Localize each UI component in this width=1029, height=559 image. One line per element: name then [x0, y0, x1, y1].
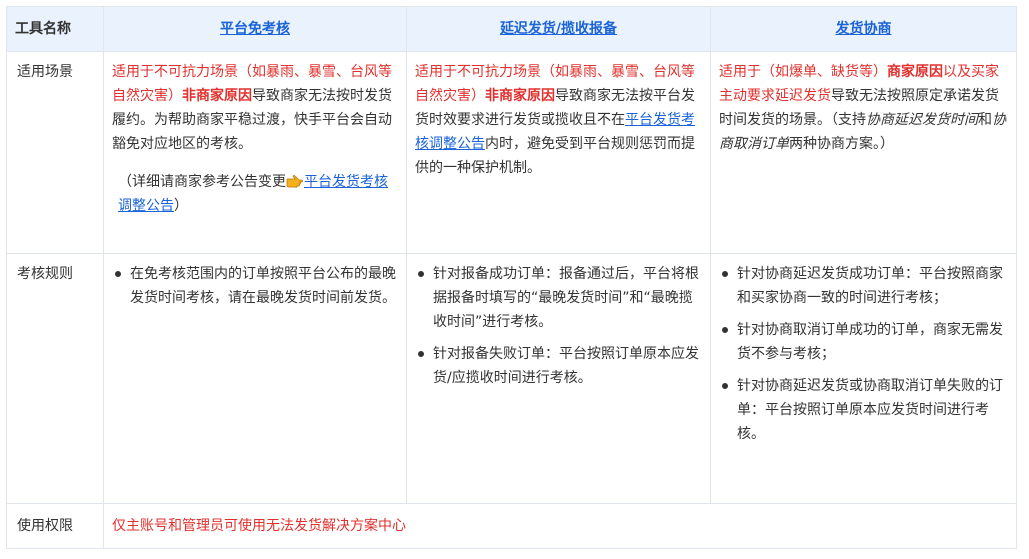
list-item: 在免考核范围内的订单按照平台公布的最晚发货时间考核，请在最晚发货时间前发货。 [112, 262, 398, 310]
scenario-exemption-note: （详细请商家参考公告变更 平台发货考核调整公告） [112, 170, 398, 218]
assessment-negotiation-list: 针对协商延迟发货成功订单：平台按照商家和买家协商一致的时间进行考核； 针对协商取… [719, 262, 1008, 446]
assessment-row: 考核规则 在免考核范围内的订单按照平台公布的最晚发货时间考核，请在最晚发货时间前… [6, 253, 1017, 504]
scenario-negotiation-tail-text: 两种协商方案。） [789, 136, 894, 152]
header-row: 工具名称 平台免考核 延迟发货/揽收报备 发货协商 [6, 6, 1017, 52]
scenario-delay-report: 适用于不可抗力场景（如暴雨、暴雪、台风等自然灾害）非商家原因导致商家无法按平台发… [406, 51, 711, 254]
scenario-label: 适用场景 [6, 51, 104, 254]
header-platform-exemption-link[interactable]: 平台免考核 [220, 21, 290, 37]
assessment-delay-report: 针对报备成功订单：报备通过后，平台将根据报备时填写的“最晚发货时间”和“最晚揽收… [406, 253, 711, 504]
header-shipping-negotiation-link[interactable]: 发货协商 [836, 21, 892, 37]
scenario-row: 适用场景 适用于不可抗力场景（如暴雨、暴雪、台风等自然灾害）非商家原因导致商家无… [6, 51, 1017, 254]
permission-label: 使用权限 [6, 503, 104, 549]
scenario-delay-bold-text: 非商家原因 [485, 88, 555, 104]
header-shipping-negotiation[interactable]: 发货协商 [710, 6, 1017, 52]
scenario-negotiation-red-text: 适用于（如爆单、缺货等） [719, 64, 887, 80]
scenario-exemption-bold-text: 非商家原因 [182, 88, 252, 104]
list-item: 针对报备成功订单：报备通过后，平台将根据报备时填写的“最晚发货时间”和“最晚揽收… [415, 262, 702, 334]
assessment-shipping-negotiation: 针对协商延迟发货成功订单：平台按照商家和买家协商一致的时间进行考核； 针对协商取… [710, 253, 1017, 504]
permission-row: 使用权限 仅主账号和管理员可使用无法发货解决方案中心 [6, 503, 1017, 549]
note-prefix-text: （详细请商家参考公告变更 [118, 174, 286, 190]
permission-text: 仅主账号和管理员可使用无法发货解决方案中心 [103, 503, 1017, 549]
header-tool-name: 工具名称 [6, 6, 104, 52]
negotiate-delay-text: 协商延迟发货时间 [866, 112, 978, 128]
list-item: 针对报备失败订单：平台按照订单原本应发货/应揽收时间进行考核。 [415, 342, 702, 390]
scenario-negotiation-text: 适用于（如爆单、缺货等）商家原因以及买家主动要求延迟发货导致无法按照原定承诺发货… [719, 60, 1008, 156]
header-delay-report-link[interactable]: 延迟发货/揽收报备 [500, 21, 617, 37]
conjunction-text: 和 [978, 112, 992, 128]
list-item: 针对协商延迟发货或协商取消订单失败的订单：平台按照订单原本应发货时间进行考核。 [719, 374, 1008, 446]
assessment-platform-exemption: 在免考核范围内的订单按照平台公布的最晚发货时间考核，请在最晚发货时间前发货。 [103, 253, 407, 504]
assessment-label: 考核规则 [6, 253, 104, 504]
scenario-delay-text: 适用于不可抗力场景（如暴雨、暴雪、台风等自然灾害）非商家原因导致商家无法按平台发… [415, 60, 702, 180]
scenario-negotiation-bold-text: 商家原因 [887, 64, 943, 80]
note-suffix-text: ） [174, 198, 188, 214]
assessment-exemption-list: 在免考核范围内的订单按照平台公布的最晚发货时间考核，请在最晚发货时间前发货。 [112, 262, 398, 310]
list-item: 针对协商延迟发货成功订单：平台按照商家和买家协商一致的时间进行考核； [719, 262, 1008, 310]
scenario-platform-exemption: 适用于不可抗力场景（如暴雨、暴雪、台风等自然灾害）非商家原因导致商家无法按时发货… [103, 51, 407, 254]
scenario-exemption-text: 适用于不可抗力场景（如暴雨、暴雪、台风等自然灾害）非商家原因导致商家无法按时发货… [112, 60, 398, 156]
header-delay-report[interactable]: 延迟发货/揽收报备 [406, 6, 711, 52]
comparison-table: 工具名称 平台免考核 延迟发货/揽收报备 发货协商 适用场景 适用于不可抗力场景… [6, 6, 1017, 549]
scenario-shipping-negotiation: 适用于（如爆单、缺货等）商家原因以及买家主动要求延迟发货导致无法按照原定承诺发货… [710, 51, 1017, 254]
assessment-delay-list: 针对报备成功订单：报备通过后，平台将根据报备时填写的“最晚发货时间”和“最晚揽收… [415, 262, 702, 390]
header-platform-exemption[interactable]: 平台免考核 [103, 6, 407, 52]
pointing-hand-icon [286, 175, 303, 188]
list-item: 针对协商取消订单成功的订单，商家无需发货不参与考核； [719, 318, 1008, 366]
